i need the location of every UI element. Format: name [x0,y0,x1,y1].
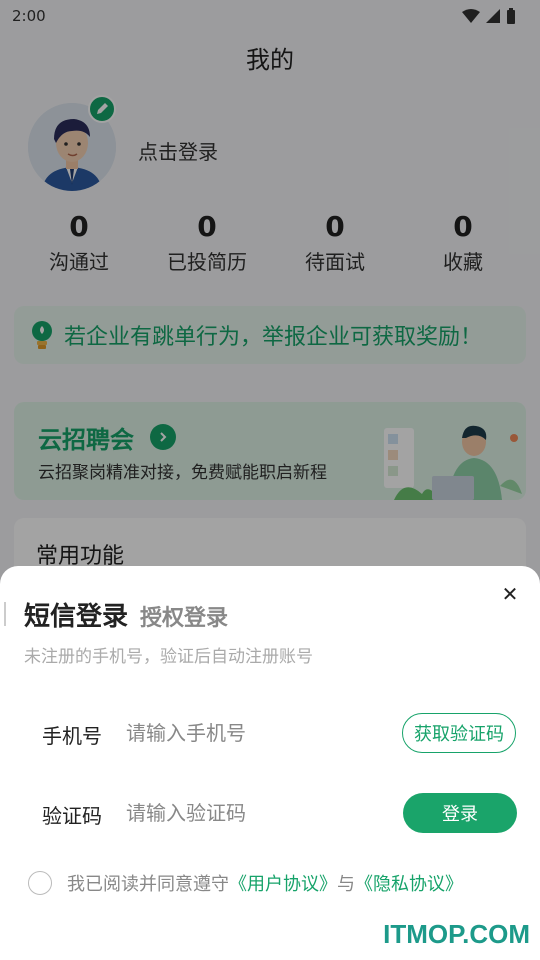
phone-label: 手机号 [42,724,102,748]
user-agreement-link[interactable]: 《用户协议》 [229,874,337,895]
agreement-prefix: 我已阅读并同意遵守 [67,874,229,895]
get-code-button[interactable]: 获取验证码 [402,713,516,753]
tab-auth-login[interactable]: 授权登录 [140,600,228,632]
code-label: 验证码 [42,804,102,828]
privacy-policy-link[interactable]: 《隐私协议》 [355,874,463,895]
agreement-checkbox[interactable] [28,871,52,895]
login-sheet: ✕ 短信登录 授权登录 未注册的手机号，验证后自动注册账号 手机号 获取验证码 … [0,566,540,960]
agreement-and: 与 [337,874,355,895]
tab-indicator [4,602,6,626]
agreement-row: 我已阅读并同意遵守《用户协议》与《隐私协议》 [28,870,463,896]
register-hint: 未注册的手机号，验证后自动注册账号 [24,647,313,667]
watermark: ITMOP.COM [383,919,530,949]
phone-input[interactable] [126,718,366,748]
close-icon[interactable]: ✕ [498,582,522,606]
agreement-text: 我已阅读并同意遵守《用户协议》与《隐私协议》 [67,870,463,896]
login-button[interactable]: 登录 [403,793,517,833]
code-input[interactable] [126,798,366,828]
tab-sms-login[interactable]: 短信登录 [24,596,128,633]
